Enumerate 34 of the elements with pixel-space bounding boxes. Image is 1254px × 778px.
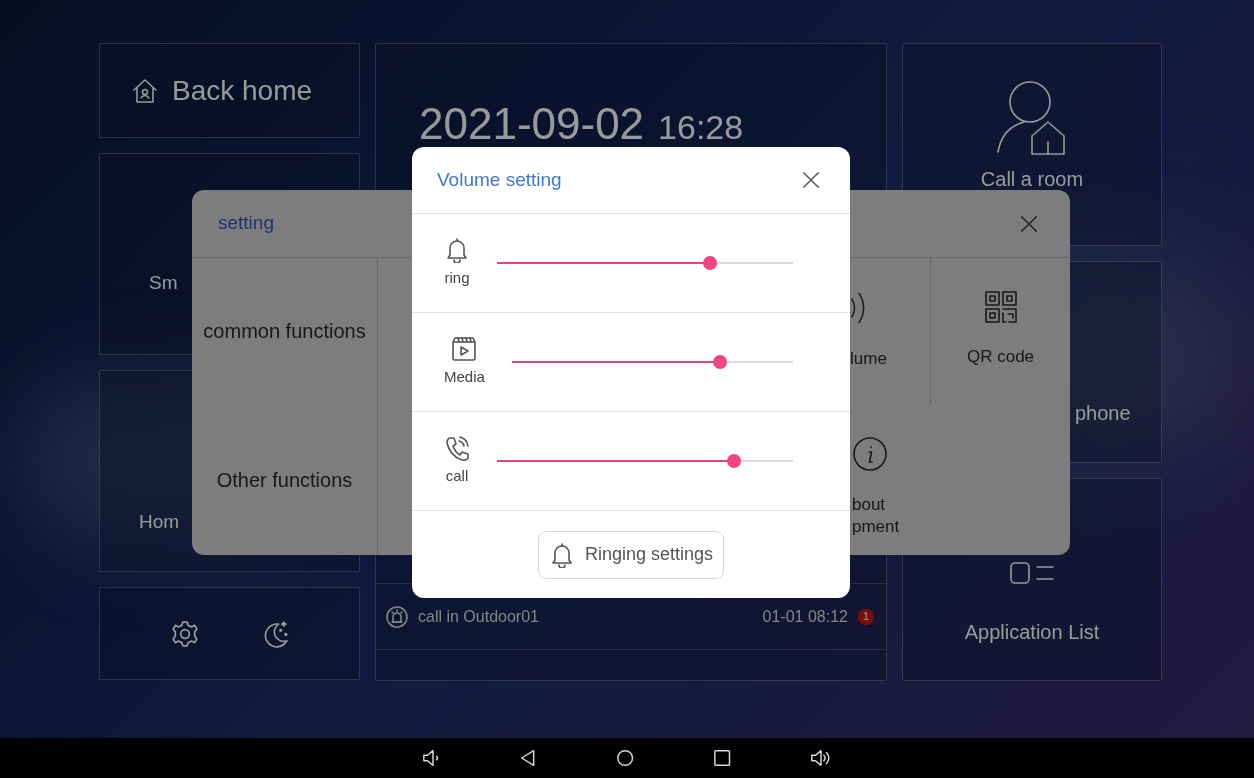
slider-thumb[interactable]	[712, 355, 727, 369]
slider-thumb[interactable]	[726, 454, 741, 468]
slider-thumb[interactable]	[703, 256, 718, 270]
setting-item[interactable]: QR code	[966, 290, 1035, 368]
info-icon	[852, 436, 888, 472]
event-time: 01-01 08:12	[762, 606, 848, 627]
house-icon	[132, 77, 158, 104]
category-item[interactable]: Other functions	[199, 466, 370, 493]
volume-slider[interactable]	[497, 454, 793, 468]
app-list-icon	[1009, 559, 1055, 587]
tile-label[interactable]: Sm	[149, 272, 178, 293]
channel-label: Media	[444, 366, 485, 387]
channel-label: call	[445, 465, 469, 486]
phone-call-icon	[444, 434, 470, 461]
volume-slider[interactable]	[497, 256, 793, 270]
volume-up-icon[interactable]	[810, 748, 832, 768]
date-text: 2021-09-02	[419, 102, 645, 146]
volume-slider[interactable]	[511, 355, 793, 369]
dialog-title: Volume setting	[437, 167, 562, 192]
tile-label[interactable]: Hom	[139, 511, 180, 532]
video-icon	[451, 335, 478, 362]
event-text: call in Outdoor01	[418, 606, 539, 627]
close-icon[interactable]	[800, 169, 822, 191]
setting-item[interactable]: lume	[850, 290, 887, 370]
bell-icon	[444, 236, 470, 263]
settings-icon[interactable]	[170, 619, 199, 648]
category-item[interactable]: common functions	[199, 318, 370, 344]
setting-item[interactable]: bout pment	[852, 436, 900, 538]
qr-code-icon	[983, 290, 1018, 324]
ringing-settings-button[interactable]: Ringing settings	[537, 530, 725, 579]
dialog-title: setting	[218, 211, 274, 236]
channel-label: ring	[444, 267, 470, 288]
time-text: 16:28	[658, 110, 744, 144]
alarm-icon	[386, 605, 408, 628]
